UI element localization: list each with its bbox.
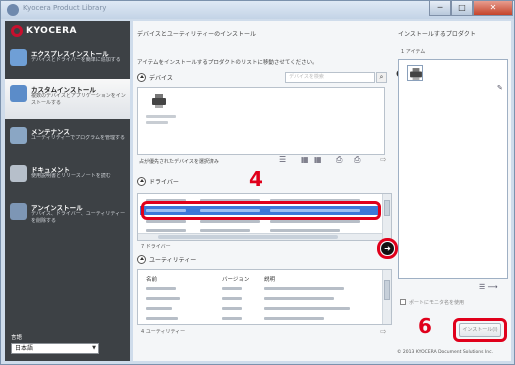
sidebar-item-desc: ユーティリティーでプログラムを管理する [31, 135, 125, 141]
device-footer-text: 占が優先されたデバイスを選択済み [139, 159, 219, 165]
device-section-label: デバイス [149, 75, 173, 82]
instruction-text: アイテムをインストールするプロダクトのリストに移動させてください。 [137, 60, 318, 66]
sidebar: KYOCERA エクスプレスインストール デバイスとドライバーを簡単に追加する … [5, 21, 130, 361]
list-view-icon[interactable]: ☰ [279, 155, 286, 164]
utility-scrollbar[interactable] [382, 270, 391, 324]
device-ip-blurred [146, 121, 168, 124]
auto-monitor-checkbox[interactable] [400, 299, 406, 305]
sidebar-item-uninstall[interactable]: アンインストール デバイス、ドライバー、ユーティリティーを削除する [5, 197, 130, 233]
column-header-name[interactable]: 名前 [146, 275, 157, 283]
column-header-version[interactable]: バージョン [222, 275, 249, 283]
add-device-icon[interactable]: ⎙ [336, 155, 342, 165]
device-section-header[interactable]: デバイス [137, 73, 173, 82]
close-button[interactable]: ✕ [473, 1, 513, 16]
add-to-list-arrow-icon[interactable]: ⇨ [380, 155, 387, 164]
uninstall-icon [10, 203, 27, 220]
products-to-install-title: インストールするプロダクト [398, 31, 476, 38]
printer-icon [410, 68, 422, 80]
driver-count: 7 ドライバー [141, 244, 171, 250]
tile-view-icon[interactable]: ▦ [314, 155, 322, 164]
sidebar-item-custom-install[interactable]: カスタムインストール 複数のデバイスとアプリケーションをインストールする [5, 79, 130, 119]
product-count: 1 アイテム [401, 49, 426, 55]
copyright-text: © 2013 KYOCERA Document Solutions Inc. [397, 350, 494, 355]
maintenance-icon [10, 127, 27, 144]
table-row[interactable] [140, 314, 378, 323]
app-window: Kyocera Product Library ─ □ ✕ KYOCERA エク… [0, 0, 515, 365]
driver-scrollbar[interactable] [382, 194, 391, 240]
main-panel: デバイスとユーティリティーのインストール アイテムをインストールするプロダクトの… [133, 21, 511, 361]
highlight-circle [377, 238, 398, 259]
language-select[interactable]: 日本語 ▼ [11, 343, 99, 354]
collapse-icon [137, 177, 146, 186]
logo-text: KYOCERA [26, 26, 77, 36]
utility-section-label: ユーティリティー [149, 257, 197, 264]
utility-count: 4 ユーティリティー [141, 329, 186, 335]
scroll-thumb[interactable] [384, 200, 390, 216]
utility-section-header[interactable]: ユーティリティー [137, 255, 196, 264]
printer-icon [152, 94, 166, 108]
express-install-icon [10, 49, 27, 66]
title-bar: Kyocera Product Library ─ □ ✕ [1, 1, 514, 19]
app-icon [7, 4, 19, 16]
sidebar-item-documents[interactable]: ドキュメント 使用説明書とリリースノートを読む [5, 159, 130, 195]
sidebar-item-desc: 複数のデバイスとアプリケーションをインストールする [31, 93, 126, 106]
sidebar-item-desc: 使用説明書とリリースノートを読む [31, 173, 111, 179]
list-toggle-icon[interactable]: ☰ ⟶ [479, 283, 498, 291]
table-row[interactable] [140, 284, 378, 293]
auto-monitor-label: ポートにモニタ名を使用 [409, 300, 465, 306]
driver-section-label: ドライバー [149, 179, 179, 186]
maximize-button[interactable]: □ [451, 1, 473, 16]
table-row[interactable] [140, 304, 378, 313]
chevron-down-icon: ▼ [92, 345, 96, 351]
page-title: デバイスとユーティリティーのインストール [137, 31, 256, 38]
install-highlight-box [453, 318, 507, 342]
column-header-description[interactable]: 説明 [264, 275, 275, 283]
device-search-input[interactable]: デバイスを検索 [285, 72, 375, 83]
driver-section-header[interactable]: ドライバー [137, 177, 179, 186]
device-name-blurred [146, 115, 176, 118]
kyocera-logo-icon [11, 25, 23, 37]
language-value: 日本語 [15, 345, 34, 352]
language-label: 言語 [11, 335, 23, 341]
edit-pencil-icon[interactable]: ✎ [497, 84, 503, 92]
sidebar-item-maintenance[interactable]: メンテナンス ユーティリティーでプログラムを管理する [5, 121, 130, 157]
sidebar-item-express-install[interactable]: エクスプレスインストール デバイスとドライバーを簡単に追加する [5, 43, 130, 79]
documents-icon [10, 165, 27, 182]
grid-view-icon[interactable]: ▦ [301, 155, 309, 164]
kyocera-logo: KYOCERA [11, 24, 77, 38]
window-title: Kyocera Product Library [23, 4, 107, 12]
utility-list[interactable]: 名前 バージョン 説明 [137, 269, 392, 325]
add-utility-arrow-icon[interactable]: ⇨ [380, 327, 387, 336]
sidebar-item-desc: デバイスとドライバーを簡単に追加する [31, 57, 121, 63]
step-4-label: 4 [249, 167, 263, 191]
products-to-install-list[interactable]: ✎ [398, 59, 508, 279]
collapse-icon [137, 73, 146, 82]
device-list[interactable] [137, 87, 385, 155]
collapse-icon [137, 255, 146, 264]
table-row[interactable] [140, 294, 378, 303]
scroll-thumb[interactable] [384, 280, 390, 300]
sidebar-item-desc: デバイス、ドライバー、ユーティリティーを削除する [31, 211, 126, 224]
step-6-label: 6 [418, 314, 432, 338]
search-icon[interactable]: ⌕ [376, 72, 387, 83]
custom-install-icon [10, 85, 27, 102]
driver-hscrollbar[interactable] [138, 233, 382, 240]
minimize-button[interactable]: ─ [429, 1, 451, 16]
highlight-box [141, 201, 381, 220]
selected-product-item[interactable] [407, 65, 423, 81]
device-settings-icon[interactable]: ⎙ [354, 155, 360, 165]
hscroll-thumb[interactable] [158, 235, 338, 239]
